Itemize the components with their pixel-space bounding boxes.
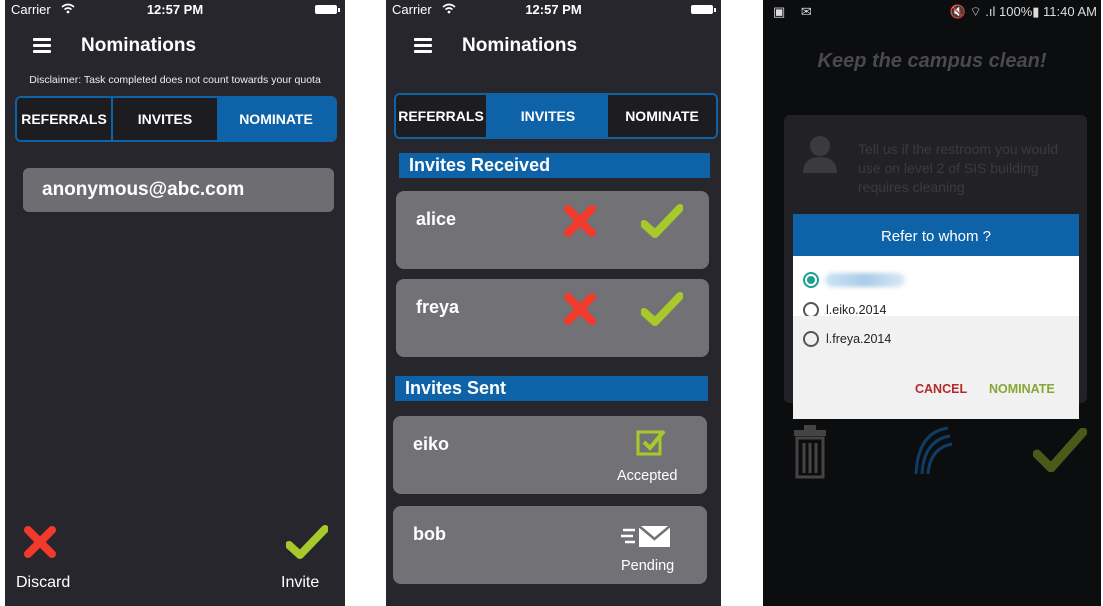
list-item: eiko Accepted [393, 416, 707, 494]
disclaimer: Disclaimer: Task completed does not coun… [29, 74, 321, 86]
blurred-name [825, 273, 905, 287]
option-freya[interactable]: l.freya.2014 [803, 328, 891, 350]
option-blurred[interactable] [803, 269, 905, 291]
invites-screen: Carrier 12:57 PM Nominations REFERRALS I… [386, 0, 721, 606]
radio-selected[interactable] [803, 272, 819, 288]
app-header: Nominations [5, 30, 345, 62]
accept-icon[interactable] [641, 204, 683, 238]
invite-name: bob [413, 524, 446, 544]
reject-icon[interactable] [562, 291, 598, 327]
menu-icon[interactable] [33, 38, 51, 53]
tab-referrals[interactable]: REFERRALS [396, 95, 488, 137]
nominate-screen: Carrier 12:57 PM Nominations Disclaimer:… [5, 0, 345, 606]
radio-freya[interactable] [803, 331, 819, 347]
status-badge: Accepted [617, 468, 678, 484]
notification-icons: ▣ ✉ [773, 4, 818, 19]
clock: 12:57 PM [525, 2, 582, 17]
slogan: Keep the campus clean! [817, 50, 1047, 72]
list-item: freya [396, 279, 709, 357]
checkbox-checked-icon [636, 429, 666, 456]
invite-check-icon[interactable] [286, 525, 328, 559]
tab-invites[interactable]: INVITES [488, 95, 608, 137]
refer-dialog: Refer to whom ? l.eiko.2014 l.freya.2014… [793, 214, 1079, 419]
cancel-button[interactable]: CANCEL [915, 382, 967, 396]
clock: 12:57 PM [146, 2, 204, 17]
discard-icon[interactable] [22, 524, 58, 560]
email-entry[interactable]: anonymous@abc.com [23, 168, 334, 212]
tab-referrals[interactable]: REFERRALS [17, 98, 113, 140]
tab-invites[interactable]: INVITES [113, 98, 217, 140]
status-badge: Pending [621, 558, 675, 574]
battery-icon [691, 5, 716, 14]
option-label: l.eiko.2014 [826, 303, 887, 317]
reject-icon[interactable] [562, 203, 598, 239]
signal-icon [914, 426, 953, 475]
invites-sent-header: Invites Sent [395, 376, 708, 401]
nominate-button[interactable]: NOMINATE [989, 382, 1055, 396]
invite-label[interactable]: Invite [281, 574, 319, 592]
tab-bar: REFERRALS INVITES NOMINATE [394, 93, 718, 139]
menu-icon[interactable] [414, 38, 432, 53]
trash-icon[interactable] [792, 425, 828, 479]
list-item: bob Pending [393, 506, 707, 584]
page-title: Nominations [81, 35, 197, 56]
accept-icon[interactable] [641, 292, 683, 326]
invite-name: alice [416, 209, 457, 229]
battery-icon [315, 5, 340, 14]
task-question: Tell us if the restroom you would use on… [858, 141, 1058, 195]
tab-nominate[interactable]: NOMINATE [217, 98, 335, 140]
page-title: Nominations [462, 35, 578, 56]
status-bar: Carrier 12:57 PM [386, 0, 721, 20]
invite-name: freya [416, 297, 460, 317]
dialog-title: Refer to whom ? [793, 214, 1079, 256]
tab-nominate[interactable]: NOMINATE [608, 95, 716, 137]
status-right: 🔇 ⌔ .ıl 100%▮ 11:40 AM [949, 4, 1097, 19]
discard-label[interactable]: Discard [16, 574, 70, 592]
refer-dialog-screen: ▣ ✉ 🔇 ⌔ .ıl 100%▮ 11:40 AM Keep the camp… [763, 0, 1101, 606]
tab-bar: REFERRALS INVITES NOMINATE [15, 96, 337, 142]
app-header: Nominations [386, 30, 721, 62]
confirm-check-icon[interactable] [1033, 428, 1087, 472]
person-icon [803, 136, 837, 173]
status-bar: Carrier 12:57 PM [5, 0, 345, 20]
send-mail-icon [621, 525, 671, 547]
invite-name: eiko [413, 434, 450, 454]
list-item: alice [396, 191, 709, 269]
invites-received-header: Invites Received [399, 153, 710, 178]
dialog-footer: l.freya.2014 CANCEL NOMINATE [793, 316, 1079, 419]
email-text: anonymous@abc.com [42, 179, 245, 200]
option-label: l.freya.2014 [826, 332, 892, 346]
status-bar: ▣ ✉ 🔇 ⌔ .ıl 100%▮ 11:40 AM [763, 0, 1101, 24]
